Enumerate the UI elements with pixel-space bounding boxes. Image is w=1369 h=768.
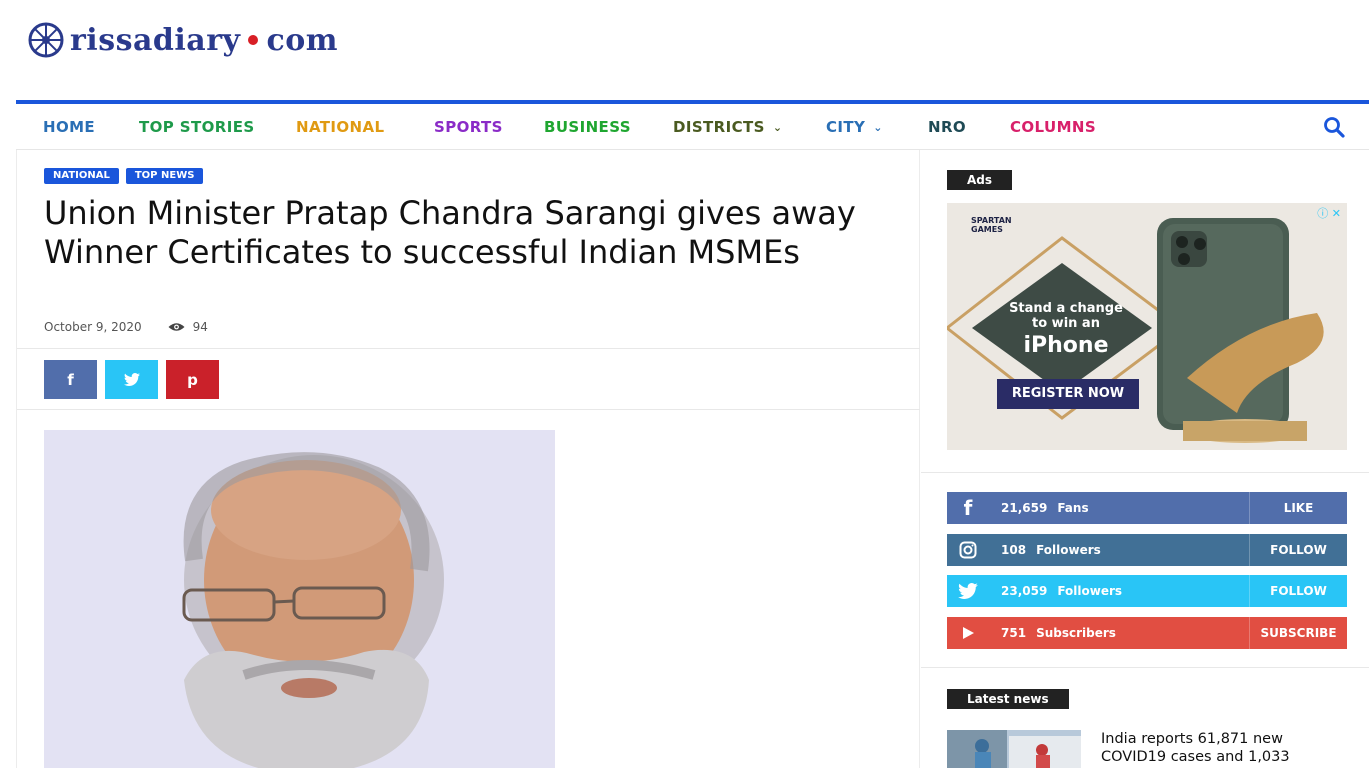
- divider: [921, 667, 1369, 668]
- view-count: 94: [192, 320, 208, 334]
- logo-dot: [248, 35, 259, 45]
- nav-item-national[interactable]: NATIONAL: [296, 118, 384, 136]
- share-pinterest-button[interactable]: p: [166, 360, 219, 399]
- social-row-facebook[interactable]: f 21,659 Fans LIKE: [947, 492, 1347, 524]
- nav-label: COLUMNS: [1010, 118, 1097, 136]
- ad-brand: SPARTAN GAMES: [971, 216, 1012, 234]
- nav-label: SPORTS: [434, 118, 503, 136]
- logo-tld: com: [266, 22, 338, 58]
- latest-news-label: Latest news: [947, 689, 1069, 709]
- portrait-image: [44, 430, 555, 768]
- chevron-down-icon: ⌄: [772, 120, 783, 134]
- ad-banner[interactable]: SPARTAN GAMES Stand a change to win an i…: [947, 203, 1347, 450]
- social-row-instagram[interactable]: 108 Followers FOLLOW: [947, 534, 1347, 566]
- ad-info-icon[interactable]: ⓘ ✕: [1317, 205, 1341, 221]
- youtube-subscribe-button[interactable]: SUBSCRIBE: [1249, 617, 1347, 649]
- social-row-twitter[interactable]: 23,059 Followers FOLLOW: [947, 575, 1347, 607]
- nav-item-columns[interactable]: COLUMNS: [1010, 118, 1096, 136]
- ad-line3: iPhone: [1023, 333, 1109, 358]
- search-icon[interactable]: [1323, 116, 1345, 138]
- ads-label: Ads: [947, 170, 1013, 190]
- facebook-icon: f: [963, 496, 973, 520]
- nav-item-home[interactable]: HOME: [43, 118, 95, 136]
- instagram-count: 108: [1001, 543, 1027, 557]
- nav-label: NATIONAL: [296, 118, 385, 136]
- ad-register-button[interactable]: REGISTER NOW: [997, 379, 1139, 409]
- article-photo: [44, 430, 555, 768]
- konark-wheel-icon: [28, 22, 64, 58]
- eye-icon: [168, 323, 185, 331]
- divider: [921, 472, 1369, 473]
- youtube-label: Subscribers: [1036, 626, 1116, 640]
- twitter-icon: [123, 373, 140, 386]
- share-facebook-button[interactable]: f: [44, 360, 97, 399]
- nav-label: BUSINESS: [544, 118, 631, 136]
- youtube-play-icon: [947, 617, 989, 649]
- site-header: rissadiary com: [0, 0, 1369, 102]
- nav-item-business[interactable]: BUSINESS: [544, 118, 631, 136]
- nav-item-city[interactable]: CITY ⌄: [826, 118, 883, 136]
- tag-national[interactable]: NATIONAL: [44, 168, 119, 184]
- instagram-icon: [947, 534, 989, 566]
- social-row-youtube[interactable]: 751 Subscribers SUBSCRIBE: [947, 617, 1347, 649]
- facebook-count: 21,659: [1001, 501, 1048, 515]
- instagram-label: Followers: [1036, 543, 1101, 557]
- twitter-count: 23,059: [1001, 584, 1048, 598]
- tag-top-news[interactable]: TOP NEWS: [125, 168, 204, 184]
- pinterest-icon: p: [187, 370, 198, 389]
- facebook-label: Fans: [1057, 501, 1089, 515]
- site-logo[interactable]: rissadiary com: [24, 20, 338, 60]
- nav-label: DISTRICTS: [673, 118, 765, 136]
- article-meta: October 9, 2020 94: [44, 320, 208, 334]
- facebook-like-button[interactable]: LIKE: [1249, 492, 1347, 524]
- share-buttons: f p: [44, 360, 219, 399]
- instagram-follow-button[interactable]: FOLLOW: [1249, 534, 1347, 566]
- nav-item-districts[interactable]: DISTRICTS ⌄: [673, 118, 782, 136]
- main-nav: HOME TOP STORIES NATIONAL SPORTS BUSINES…: [16, 104, 1369, 150]
- twitter-icon: [947, 575, 989, 607]
- nav-label: TOP STORIES: [139, 118, 255, 136]
- news-thumbnail[interactable]: [947, 730, 1081, 768]
- share-twitter-button[interactable]: [105, 360, 158, 399]
- nav-item-nro[interactable]: NRO: [928, 118, 966, 136]
- ad-line2: to win an: [1032, 316, 1100, 331]
- nav-item-top-stories[interactable]: TOP STORIES: [139, 118, 255, 136]
- nav-label: NRO: [928, 118, 967, 136]
- youtube-count: 751: [1001, 626, 1027, 640]
- divider: [17, 348, 920, 349]
- nav-item-sports[interactable]: SPORTS: [434, 118, 503, 136]
- sidebar: Ads SPARTAN GAMES Stand a change to win …: [921, 150, 1369, 768]
- logo-text: rissadiary: [70, 22, 241, 58]
- nav-label: HOME: [43, 118, 96, 136]
- nav-label: CITY: [826, 118, 866, 136]
- twitter-follow-button[interactable]: FOLLOW: [1249, 575, 1347, 607]
- facebook-icon: f: [67, 370, 74, 389]
- article-tags: NATIONAL TOP NEWS: [44, 168, 204, 184]
- article-date: October 9, 2020: [44, 320, 142, 334]
- news-thumbnail-image: [947, 730, 1081, 768]
- divider: [17, 409, 920, 410]
- article-main: NATIONAL TOP NEWS Union Minister Pratap …: [16, 150, 920, 768]
- twitter-label: Followers: [1057, 584, 1123, 598]
- ad-line1: Stand a change: [1009, 301, 1123, 316]
- article-title: Union Minister Pratap Chandra Sarangi gi…: [44, 194, 856, 271]
- news-headline[interactable]: India reports 61,871 new COVID19 cases a…: [1101, 730, 1341, 766]
- chevron-down-icon: ⌄: [873, 120, 883, 134]
